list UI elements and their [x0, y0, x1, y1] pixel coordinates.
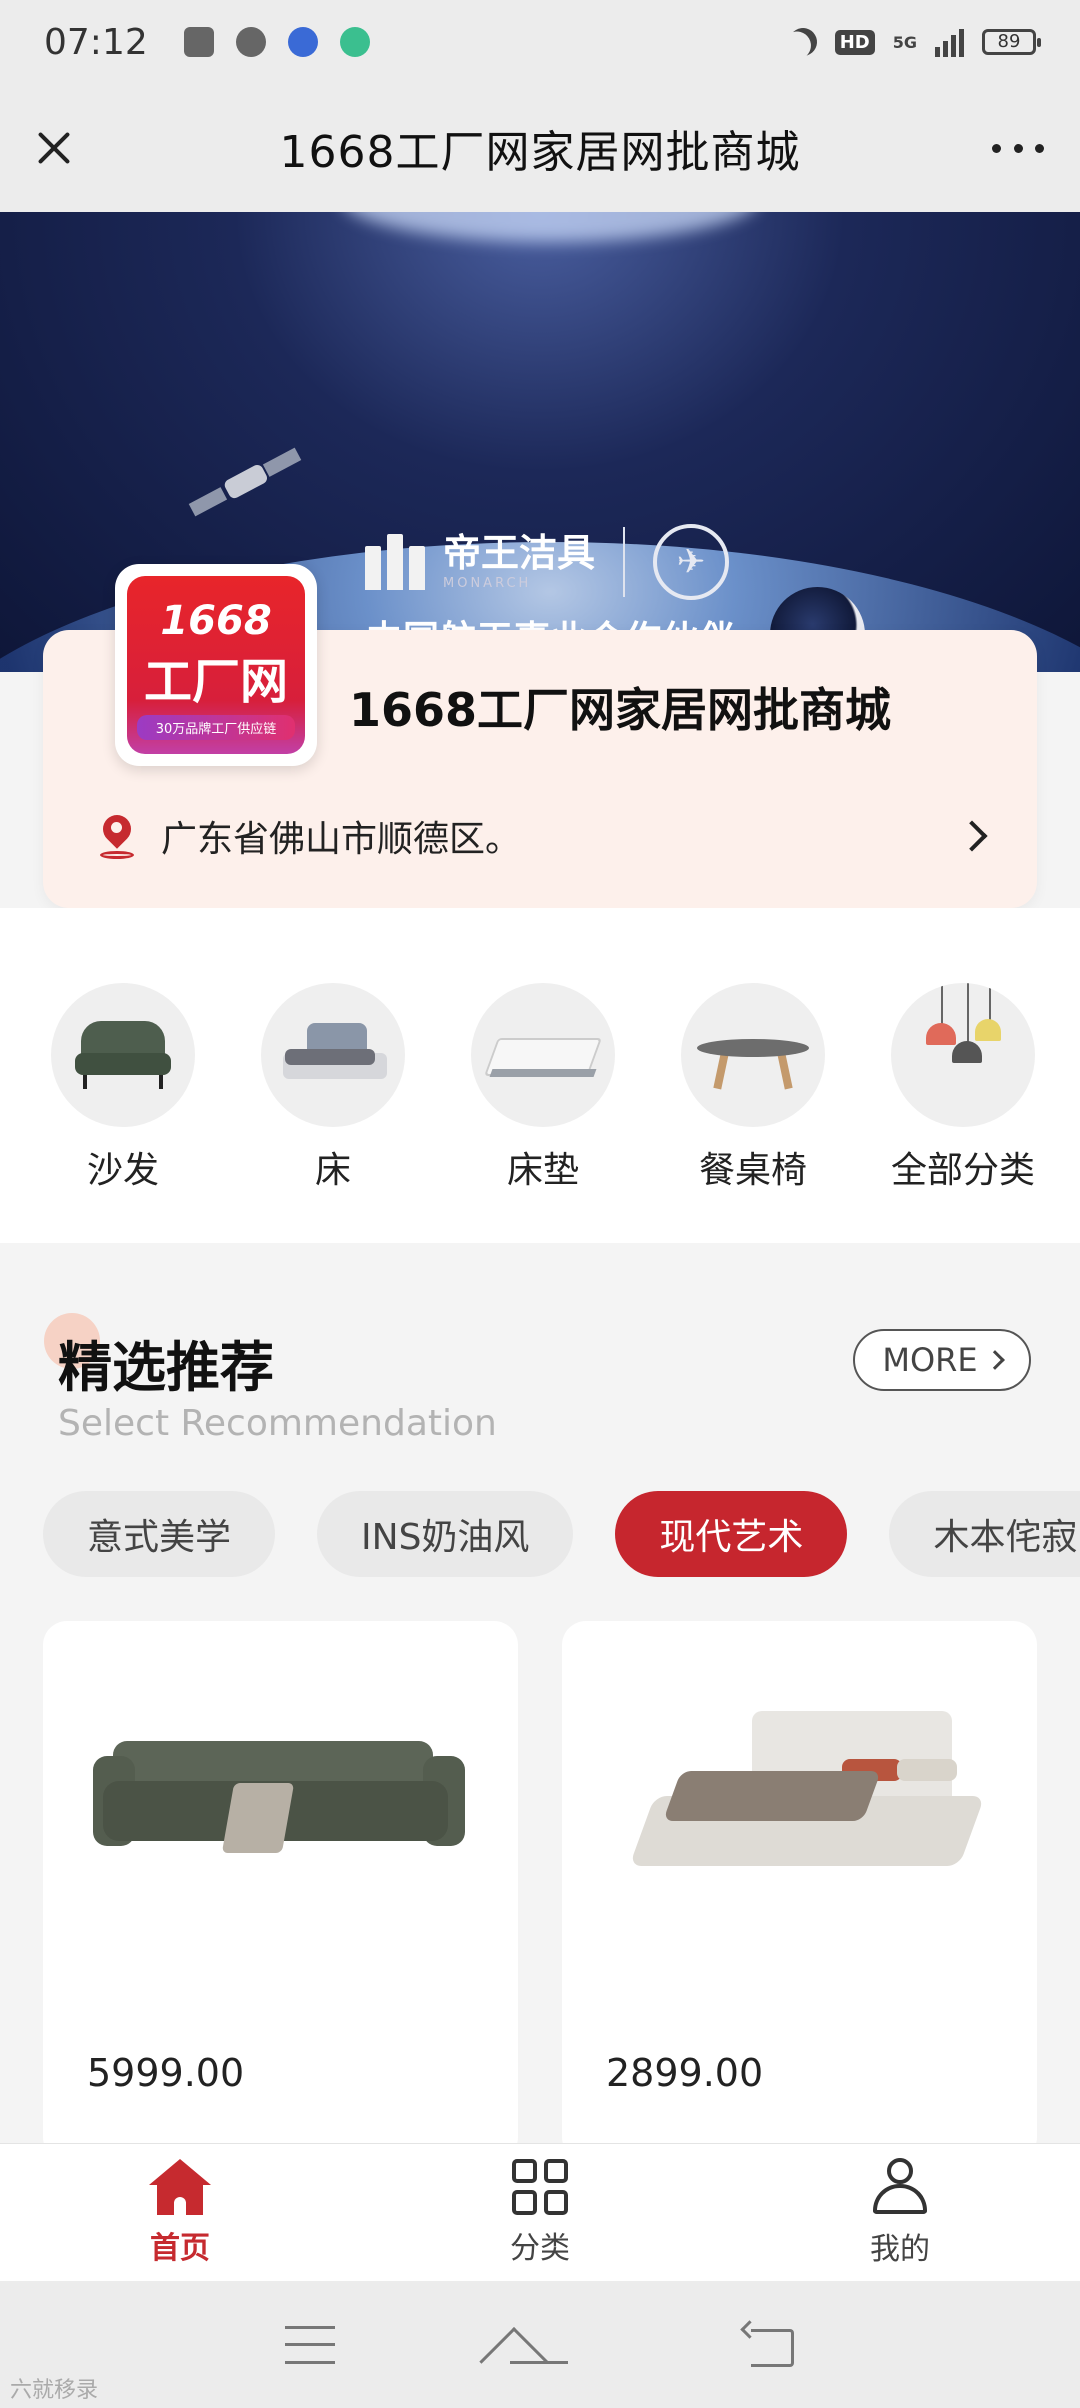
light-glow — [340, 212, 760, 242]
watermark: 六就移录 — [10, 2378, 99, 2403]
brand-divider — [623, 527, 626, 597]
chevron-right-icon — [984, 1350, 1005, 1370]
recommendation-section: 精选推荐 Select Recommendation MORE 意式美学 INS… — [0, 1243, 1080, 2161]
style-tag-list: 意式美学 INS奶油风 现代艺术 木本侘寂 — [43, 1491, 1080, 1579]
home-icon — [149, 2158, 211, 2215]
category-label: 沙发 — [86, 1150, 159, 1191]
signal-icon — [935, 27, 964, 57]
brand-logo-icon — [365, 534, 427, 590]
back-icon[interactable] — [743, 2325, 795, 2367]
location-pin-icon — [97, 813, 137, 859]
system-navigation-bar — [0, 2281, 1080, 2408]
shop-info-card: 1668 工厂网 30万品牌工厂供应链 1668工厂网家居网批商城 广东省佛山市… — [43, 564, 1037, 908]
space-program-badge-icon: ✈ — [653, 524, 730, 600]
do-not-disturb-icon — [784, 23, 822, 61]
product-card[interactable]: 5999.00 — [43, 1621, 518, 2161]
nav-category[interactable]: 分类 — [360, 2144, 720, 2281]
app-notification-icon — [183, 27, 214, 57]
chevron-right-icon — [956, 820, 988, 852]
category-section: 沙发 床 床垫 餐桌椅 全部分类 — [0, 908, 1080, 1243]
nav-home[interactable]: 首页 — [0, 2144, 360, 2281]
close-icon[interactable] — [30, 124, 78, 172]
bed-product-image — [602, 1701, 997, 1921]
satellite-graphic — [185, 441, 305, 524]
category-item-mattress[interactable]: 床垫 — [468, 983, 618, 1193]
status-right: HD 5G 89 — [789, 27, 1041, 57]
bottom-navigation: 首页 分类 我的 — [0, 2143, 1080, 2281]
category-label: 餐桌椅 — [698, 1150, 807, 1191]
style-tag-active[interactable]: 现代艺术 — [615, 1491, 848, 1577]
status-time: 07:12 — [44, 21, 148, 63]
category-label: 床垫 — [506, 1150, 579, 1191]
app-header: 1668工厂网家居网批商城 — [0, 84, 1080, 212]
style-tag[interactable]: 意式美学 — [43, 1491, 276, 1577]
bed-icon — [261, 983, 405, 1127]
style-tag[interactable]: 木本侘寂 — [889, 1491, 1080, 1577]
product-price: 2899.00 — [606, 2051, 764, 2095]
user-icon — [871, 2157, 929, 2216]
shop-logo: 1668 工厂网 30万品牌工厂供应链 — [115, 564, 317, 766]
banner-brand: 帝王洁具 MONARCH ✈ — [365, 524, 730, 600]
logo-number: 1668 — [160, 598, 272, 644]
lamp-icon — [891, 983, 1035, 1127]
shop-address-row[interactable]: 广东省佛山市顺德区。 — [97, 806, 997, 866]
logo-text: 工厂网 — [143, 654, 288, 710]
page-title: 1668工厂网家居网批商城 — [279, 127, 801, 178]
grid-icon — [512, 2158, 568, 2215]
status-app-icons — [183, 27, 370, 57]
category-item-dining[interactable]: 餐桌椅 — [678, 983, 828, 1193]
nav-label: 分类 — [510, 2230, 570, 2266]
menu-icon[interactable] — [285, 2325, 336, 2364]
section-subtitle: Select Recommendation — [58, 1403, 497, 1444]
dining-table-icon — [681, 983, 825, 1127]
nav-label: 首页 — [150, 2230, 210, 2266]
brand-subtitle: MONARCH — [443, 575, 532, 591]
status-bar: 07:12 HD 5G 89 — [0, 0, 1080, 84]
category-label: 床 — [314, 1150, 351, 1191]
product-grid: 5999.00 2899.00 — [43, 1621, 1037, 2161]
style-tag[interactable]: INS奶油风 — [317, 1491, 574, 1577]
shop-name: 1668工厂网家居网批商城 — [349, 683, 892, 737]
more-button[interactable]: MORE — [853, 1329, 1031, 1391]
category-list: 沙发 床 床垫 餐桌椅 全部分类 — [48, 983, 1038, 1193]
category-item-all[interactable]: 全部分类 — [888, 983, 1038, 1193]
sofa-icon — [51, 983, 195, 1127]
logo-tagline: 30万品牌工厂供应链 — [137, 715, 295, 740]
nav-label: 我的 — [870, 2231, 930, 2267]
sync-icon — [339, 27, 370, 57]
product-card[interactable]: 2899.00 — [562, 1621, 1037, 2161]
category-label: 全部分类 — [890, 1150, 1035, 1191]
network-label: 5G — [892, 32, 917, 52]
baidu-icon — [287, 27, 318, 57]
product-price: 5999.00 — [87, 2051, 245, 2095]
wechat-icon — [235, 27, 266, 57]
hd-badge: HD — [834, 29, 875, 55]
section-title: 精选推荐 — [58, 1336, 274, 1399]
sofa-product-image — [83, 1701, 478, 1921]
shop-address: 广东省佛山市顺德区。 — [161, 819, 522, 860]
page: 07:12 HD 5G 89 1668工厂网家居网批商城 帝王洁具 MONARC… — [0, 0, 1080, 2408]
category-item-sofa[interactable]: 沙发 — [48, 983, 198, 1193]
system-home-icon[interactable] — [506, 2325, 572, 2365]
category-item-bed[interactable]: 床 — [258, 983, 408, 1193]
battery-icon: 89 — [982, 29, 1041, 55]
more-label: MORE — [882, 1341, 978, 1379]
brand-name: 帝王洁具 — [443, 530, 596, 575]
more-options-icon[interactable] — [986, 124, 1050, 172]
nav-profile[interactable]: 我的 — [720, 2144, 1080, 2281]
mattress-icon — [471, 983, 615, 1127]
